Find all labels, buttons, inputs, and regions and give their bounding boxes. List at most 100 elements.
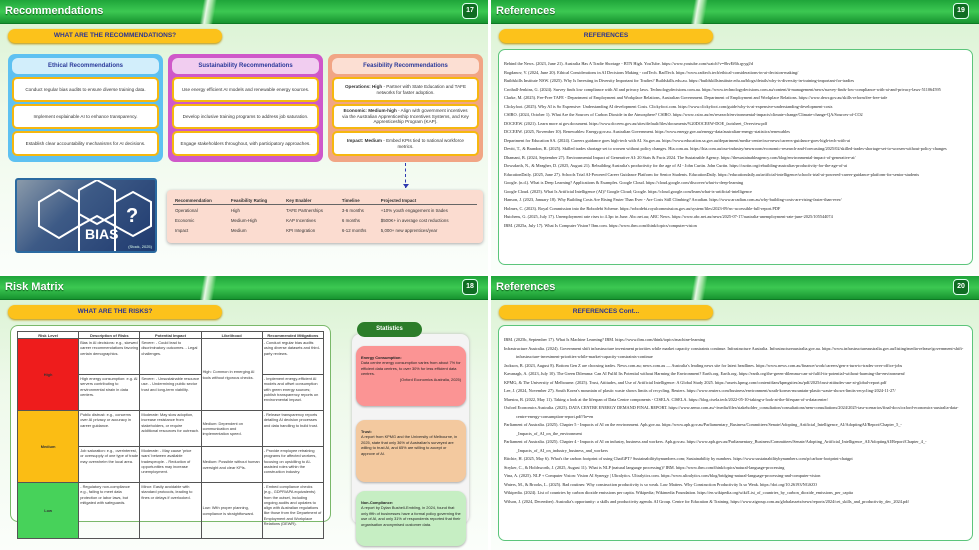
column-header: Key Enabler	[284, 197, 340, 205]
slide-title: References	[496, 281, 556, 293]
slide-title: Risk Matrix	[5, 281, 64, 293]
references-list: Behind the News. (2023, June 21). Austra…	[498, 49, 973, 265]
slide-references-cont: References 20 REFERENCES Cont... IBM. (2…	[491, 276, 979, 550]
reference-item: Hanson, J. (2023, January 18). Why Build…	[504, 197, 842, 202]
column-header: Feasibility Rating	[228, 197, 285, 205]
reference-item: IBM. (2025a, July 17). What Is Computer …	[504, 222, 697, 228]
section-heading: WHAT ARE THE RISKS?	[8, 305, 222, 319]
references-list: IBM. (2025b, September 17). What Is Mach…	[498, 325, 973, 541]
risk-mitigation: - Implement energy-efficient AI models a…	[261, 374, 325, 411]
recommendation-item: Establish clear accountability mechanism…	[12, 131, 159, 156]
reference-item: Dhamani, B. (2024, September 27). Enviro…	[504, 154, 856, 160]
table-row: Low - Regulatory non-compliance e.g., fai…	[16, 482, 325, 539]
slide-title: References	[496, 5, 556, 17]
recommendation-item: Engage stakeholders throughout, with par…	[172, 131, 319, 156]
stat-card-text: Data centre energy consumption varies fr…	[361, 360, 461, 377]
reference-item: Stryker, C., & Holdsworth, J. (2025, Aug…	[504, 464, 785, 470]
recommendation-item: Conduct regular bias audits to ensure di…	[12, 77, 159, 102]
reference-item: Jackson, B. (2023, August 8). Bottom Gen…	[504, 362, 903, 368]
stat-card-text: A report by Dylan Bushell-Embling, in 20…	[361, 505, 461, 527]
table-cell: 3-6 months	[341, 207, 364, 213]
reference-item: Infrastructure Australia. (2024). Govern…	[504, 345, 964, 360]
reference-item: Behind the News. (2023, June 21). Austra…	[504, 61, 754, 66]
slide-number-badge: 20	[953, 279, 969, 295]
table-cell: High	[230, 207, 240, 213]
reference-item: Bogdanov, V. (2024, June 20). Ethical Co…	[504, 69, 799, 75]
slide-header: Recommendations 17	[0, 0, 488, 24]
risk-impact: Moderate: May slow adoption, increase re…	[139, 410, 202, 447]
table-cell: Economic	[175, 217, 195, 223]
reference-item: KPMG, & The University of Melbourne. (20…	[504, 379, 887, 385]
reference-item: Crothall-Jenkins, G. (2024). Survey find…	[504, 86, 941, 92]
risk-impact: Moderate: - May cause 'price wars' betwe…	[139, 446, 202, 483]
ethical-column: Ethical Recommendations Conduct regular …	[8, 54, 163, 162]
statistics-title: Statistics	[357, 322, 422, 337]
risk-impact: Minor: Easily avoidable with standard pr…	[139, 482, 202, 539]
column-header: Recommended Mitigations	[261, 331, 325, 339]
sustainability-column: Sustainability Recommendations Use energ…	[168, 54, 323, 162]
reference-item: DOCEEW. (2021). Learn more at gov.docume…	[504, 120, 768, 126]
risk-level-cell: Medium	[16, 410, 80, 483]
recommendation-item: Operations: High - Partner with State Ed…	[332, 77, 479, 102]
risk-description: Job saturation: e.g., overinterest, or o…	[78, 446, 141, 483]
risk-description: High energy consumption: e.g. AI servers…	[78, 374, 141, 411]
reference-item: Waters, M., & Brooks, L. (2025). Bad rou…	[504, 481, 817, 487]
table-row: Medium Public distrust: e.g., concerns ov…	[16, 410, 325, 483]
header-decoration	[195, 0, 220, 24]
stat-card: Non-Compliance: A report by Dylan Bushell…	[356, 491, 466, 546]
stat-card-source: (Oxford Economics Australia, 2025)	[399, 376, 461, 382]
table-cell: Medium-High	[230, 217, 257, 223]
column-header: Likelihood	[200, 331, 263, 339]
reference-item: Maestra, B. (2022, May 11). Taking a loo…	[504, 396, 829, 402]
risk-description: Bias in AI decisions: e.g., skewed caree…	[78, 338, 141, 375]
recommendation-item: Use energy efficient AI models and renew…	[172, 77, 319, 102]
bias-label: BIAS	[85, 226, 119, 242]
risk-likelihood: High: Common in emerging AI tools withou…	[200, 338, 263, 411]
reference-item: Ritchie, H. (2025, May 6). What's the ca…	[504, 456, 853, 461]
table-cell: +10% youth engagement in trades	[380, 207, 448, 213]
risk-description: - Regulatory non-compliance e.g., failin…	[78, 482, 141, 539]
slide-number-badge: 19	[953, 3, 969, 19]
reference-item: Clickyfoot. (2025). Why AI is So Expensi…	[504, 103, 833, 109]
reference-item: Holmes, C. (2023). Royal Commission into…	[504, 205, 781, 211]
slide-references: References 19 REFERENCES Behind the News…	[491, 0, 979, 274]
risk-impact: Severe: - Unsustainable resource use. - …	[139, 374, 202, 411]
recommendation-item: Develop inclusive training programs to a…	[172, 104, 319, 129]
reference-item: Lee, J. (2024, November 27). South Korea…	[504, 388, 896, 393]
reference-item: Devitt, T., & Brandon, R. (2025). Skille…	[504, 146, 947, 151]
risk-level-cell: High	[16, 338, 80, 411]
table-row: Impact Medium KPI Integration 6-12 months 5,…	[173, 225, 477, 235]
reference-item: Oxford Economics Australia. (2025). DATA…	[504, 405, 959, 419]
reference-item: Parliament of Australia. (2025). Chapter…	[504, 422, 902, 436]
column-title: Feasibility Recommendations	[332, 58, 479, 74]
table-cell: 6-12 months	[341, 227, 367, 233]
reference-item: IBM. (2025b, September 17). What Is Mach…	[504, 337, 706, 342]
reference-item: Department for Education SA. (2024). Car…	[504, 137, 851, 143]
reference-item: Google. (n.d.). What is Deep Learning? A…	[504, 180, 744, 185]
table-cell: TAFE Partnerships	[286, 207, 323, 213]
recommendation-item: Impact: Medium - Embed KPIs tied to nati…	[332, 131, 479, 156]
arrow-connector	[402, 163, 409, 188]
feasibility-table: Recommendation Feasibility Rating Key Enab…	[167, 190, 483, 243]
risk-likelihood: Medium: Possible without human oversight…	[200, 446, 263, 483]
table-cell: 6 months	[341, 217, 360, 223]
svg-text:?: ?	[126, 205, 138, 227]
column-header: Projected Impact	[378, 197, 477, 205]
reference-item: Dowsdarth, N., & Meagher, D. (2025, Augu…	[504, 163, 848, 168]
risk-mitigation: - Provide employee retraining programs f…	[261, 446, 325, 483]
column-title: Sustainability Recommendations	[172, 58, 319, 74]
table-cell: KPI Integration	[286, 227, 316, 233]
table-row: Operational High TAFE Partnerships 3-6 mont…	[173, 205, 477, 216]
bias-image: ? BIAS (Stock, 2025)	[15, 178, 157, 253]
slide-number-badge: 17	[462, 3, 478, 19]
column-header: Description of Risks	[78, 331, 141, 339]
table-cell: 5,000+ new apprentices/year	[380, 227, 438, 233]
reference-item: DCCEEW. (2025, November 10). Renewables:…	[504, 129, 790, 134]
risk-mitigation: - Conduct regular bias audits using dive…	[261, 338, 325, 375]
table-cell: Operational	[175, 207, 198, 213]
table-cell: $500K+ in average cost reductions	[380, 217, 449, 223]
reference-item: Wilson, J. (2024, December). Australia's…	[504, 498, 909, 504]
reference-item: Google Cloud. (2025). What Is Artificial…	[504, 188, 752, 194]
table-cell: KAP Incentives	[286, 217, 316, 223]
image-credit: (Stock, 2025)	[128, 244, 152, 249]
